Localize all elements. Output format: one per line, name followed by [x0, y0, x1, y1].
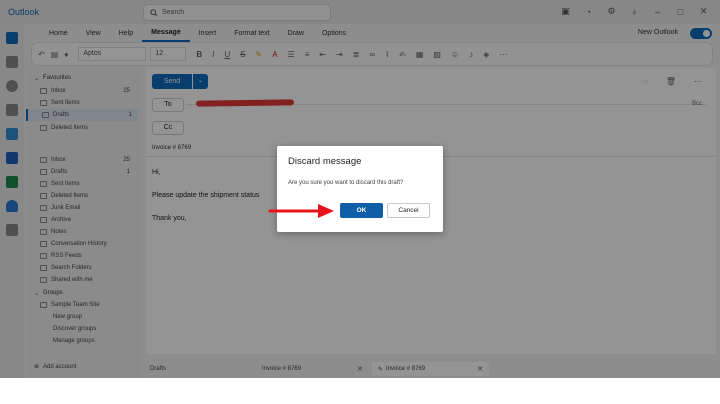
discard-dialog: Discard message Are you sure you want to…	[277, 146, 443, 232]
annotation-arrow-icon	[268, 204, 334, 218]
outlook-window: Outlook Search ▣ ◔ ⚙ ♁ – □ ✕ Home View H…	[0, 0, 720, 378]
cancel-button[interactable]: Cancel	[387, 203, 430, 218]
dialog-message: Are you sure you want to discard this dr…	[288, 180, 404, 186]
dialog-title: Discard message	[288, 156, 362, 167]
ok-button[interactable]: OK	[340, 203, 383, 218]
